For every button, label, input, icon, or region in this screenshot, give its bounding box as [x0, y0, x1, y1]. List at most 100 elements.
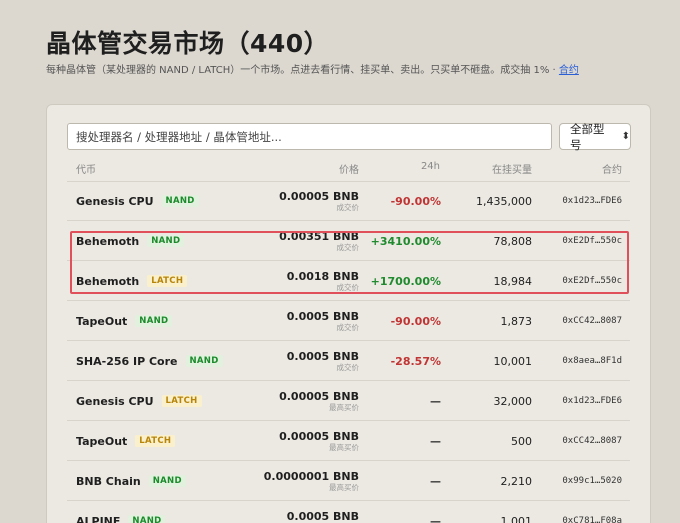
price-cell: 0.0005 BNB成交价: [287, 350, 359, 372]
type-badge: LATCH: [147, 275, 188, 287]
subtitle-text: 每种晶体管（某处理器的 NAND / LATCH）一个市场。点进去看行情、挂买单…: [46, 65, 559, 76]
type-badge: LATCH: [161, 395, 202, 407]
table-row[interactable]: BNB Chain NAND 0.0000001 BNB 最高买价 — 2,210 0x99…: [47, 461, 650, 501]
token-name: BNB Chain: [76, 474, 141, 488]
type-badge: NAND: [161, 195, 199, 207]
change-value: -90.00%: [390, 194, 441, 208]
type-badge: NAND: [147, 235, 185, 247]
volume-value: 1,435,000: [476, 194, 532, 208]
type-badge: NAND: [135, 315, 173, 327]
price-cell: 0.0005 BNB成交价: [287, 510, 359, 523]
row-name: Genesis CPU NAND: [76, 181, 199, 221]
row-name: SHA-256 IP Core NAND: [76, 341, 223, 381]
market-panel: 全部型号 ⬍ 代币 价格 24h 在挂买量 合约 Genesis CPU NAND…: [46, 104, 651, 523]
chevron-updown-icon: ⬍: [621, 131, 630, 142]
row-name: Genesis CPU LATCH: [76, 381, 202, 421]
token-name: Genesis CPU: [76, 194, 154, 208]
contract-link[interactable]: 合约: [559, 65, 579, 76]
price-subtext: 成交价: [336, 243, 360, 252]
search-input[interactable]: [67, 123, 552, 150]
price-subtext: 成交价: [336, 363, 360, 372]
change-value: —: [430, 394, 441, 408]
volume-value: 2,210: [500, 474, 533, 488]
row-name: TapeOut LATCH: [76, 421, 176, 461]
type-badge: NAND: [128, 515, 166, 523]
row-name: ALPINE NAND: [76, 501, 166, 523]
contract-address[interactable]: 0xCC42…8087: [562, 421, 622, 461]
price-subtext: 最高买价: [329, 443, 359, 452]
price-cell: 0.0000001 BNB 最高买价: [264, 470, 359, 492]
table-row[interactable]: TapeOut LATCH 0.00005 BNB 最高买价 — 500 0xCC42…80…: [47, 421, 650, 461]
contract-address[interactable]: 0xE2Df…550c: [562, 261, 622, 301]
contract-address[interactable]: 0xCC42…8087: [562, 301, 622, 341]
table-row[interactable]: Genesis CPU NAND 0.00005 BNB 成交价 -90.00% 1,43…: [47, 181, 650, 221]
page-title: 晶体管交易市场（440）: [46, 29, 330, 58]
volume-value: 32,000: [493, 394, 533, 408]
volume-value: 18,984: [493, 274, 533, 288]
token-name: Genesis CPU: [76, 394, 154, 408]
type-badge: LATCH: [135, 435, 176, 447]
contract-address[interactable]: 0x1d23…FDE6: [562, 381, 622, 421]
change-value: —: [430, 474, 441, 488]
price-cell: 0.00005 BNB 最高买价: [279, 390, 359, 412]
type-filter-value: 全部型号: [570, 121, 605, 152]
contract-address[interactable]: 0xE2Df…550c: [562, 221, 622, 261]
row-name: Behemoth LATCH: [76, 261, 188, 301]
price-cell: 0.0018 BNB 成交价: [287, 270, 359, 292]
row-name: BNB Chain NAND: [76, 461, 186, 501]
volume-value: 10,001: [493, 354, 533, 368]
table-row[interactable]: Behemoth NAND 0.00351 BNB 成交价 +3410.00% 78,80…: [47, 221, 650, 261]
table-row[interactable]: Behemoth LATCH 0.0018 BNB 成交价 +1700.00% 18,98…: [47, 261, 650, 301]
price-value: 0.0018 BNB: [286, 270, 359, 283]
price-cell: 0.00005 BNB 最高买价: [279, 430, 359, 452]
token-name: TapeOut: [76, 434, 128, 448]
price-value: 0.0005 BNB: [286, 350, 359, 363]
price-cell: 0.0005 BNB成交价: [287, 310, 359, 332]
token-name: SHA-256 IP Core: [76, 354, 178, 368]
table-row[interactable]: ALPINE NAND 0.0005 BNB成交价 — 1,001 0xC781…F08a: [47, 501, 650, 523]
row-name: TapeOut NAND: [76, 301, 173, 341]
token-name: ALPINE: [76, 514, 121, 523]
price-subtext: 成交价: [336, 203, 360, 212]
change-value: -28.57%: [390, 354, 441, 368]
contract-address[interactable]: 0x8aea…8F1d: [562, 341, 622, 381]
table-row[interactable]: SHA-256 IP Core NAND 0.0005 BNB 成交价 -28.57% 1…: [47, 341, 650, 381]
col-header-token[interactable]: 代币: [76, 161, 96, 176]
contract-address[interactable]: 0x99c1…5020: [562, 461, 622, 501]
col-header-contract[interactable]: 合约: [602, 161, 622, 176]
change-value: —: [430, 514, 441, 523]
token-name: TapeOut: [76, 314, 128, 328]
price-cell: 0.00005 BNB 成交价: [279, 190, 359, 212]
type-filter-select[interactable]: 全部型号 ⬍: [559, 121, 631, 152]
token-name: Behemoth: [76, 274, 140, 288]
col-header-volume[interactable]: 在挂买量: [492, 161, 532, 176]
change-value: -90.00%: [390, 314, 441, 328]
row-name: Behemoth NAND: [76, 221, 185, 261]
col-header-price[interactable]: 价格: [339, 161, 359, 176]
volume-value: 1,001: [500, 514, 533, 523]
price-value: 0.00351 BNB: [279, 230, 359, 243]
price-cell: 0.00351 BNB 成交价: [279, 230, 359, 252]
col-header-change[interactable]: 24h: [421, 161, 440, 172]
price-value: 0.0005 BNB: [286, 510, 359, 523]
table-row[interactable]: Genesis CPU LATCH 0.00005 BNB 最高买价 — 32,000 0x…: [47, 381, 650, 421]
price-value: 0.00005 BNB: [279, 430, 359, 443]
contract-address[interactable]: 0xC781…F08a: [562, 501, 622, 523]
price-subtext: 成交价: [336, 323, 360, 332]
volume-value: 500: [511, 434, 532, 448]
price-value: 0.0000001 BNB: [263, 470, 359, 483]
contract-address[interactable]: 0x1d23…FDE6: [562, 181, 622, 221]
price-subtext: 最高买价: [329, 403, 359, 412]
table-row[interactable]: TapeOut NAND 0.0005 BNB 成交价 -90.00% 1,873 0xCC…: [47, 301, 650, 341]
price-subtext: 最高买价: [329, 483, 359, 492]
type-badge: NAND: [148, 475, 186, 487]
type-badge: NAND: [185, 355, 223, 367]
volume-value: 1,873: [500, 314, 533, 328]
price-subtext: 成交价: [336, 283, 360, 292]
page-subtitle: 每种晶体管（某处理器的 NAND / LATCH）一个市场。点进去看行情、挂买单…: [46, 61, 579, 76]
price-value: 0.00005 BNB: [279, 390, 359, 403]
price-value: 0.00005 BNB: [279, 190, 359, 203]
volume-value: 78,808: [493, 234, 533, 248]
change-value: —: [430, 434, 441, 448]
change-value: +3410.00%: [370, 234, 441, 248]
